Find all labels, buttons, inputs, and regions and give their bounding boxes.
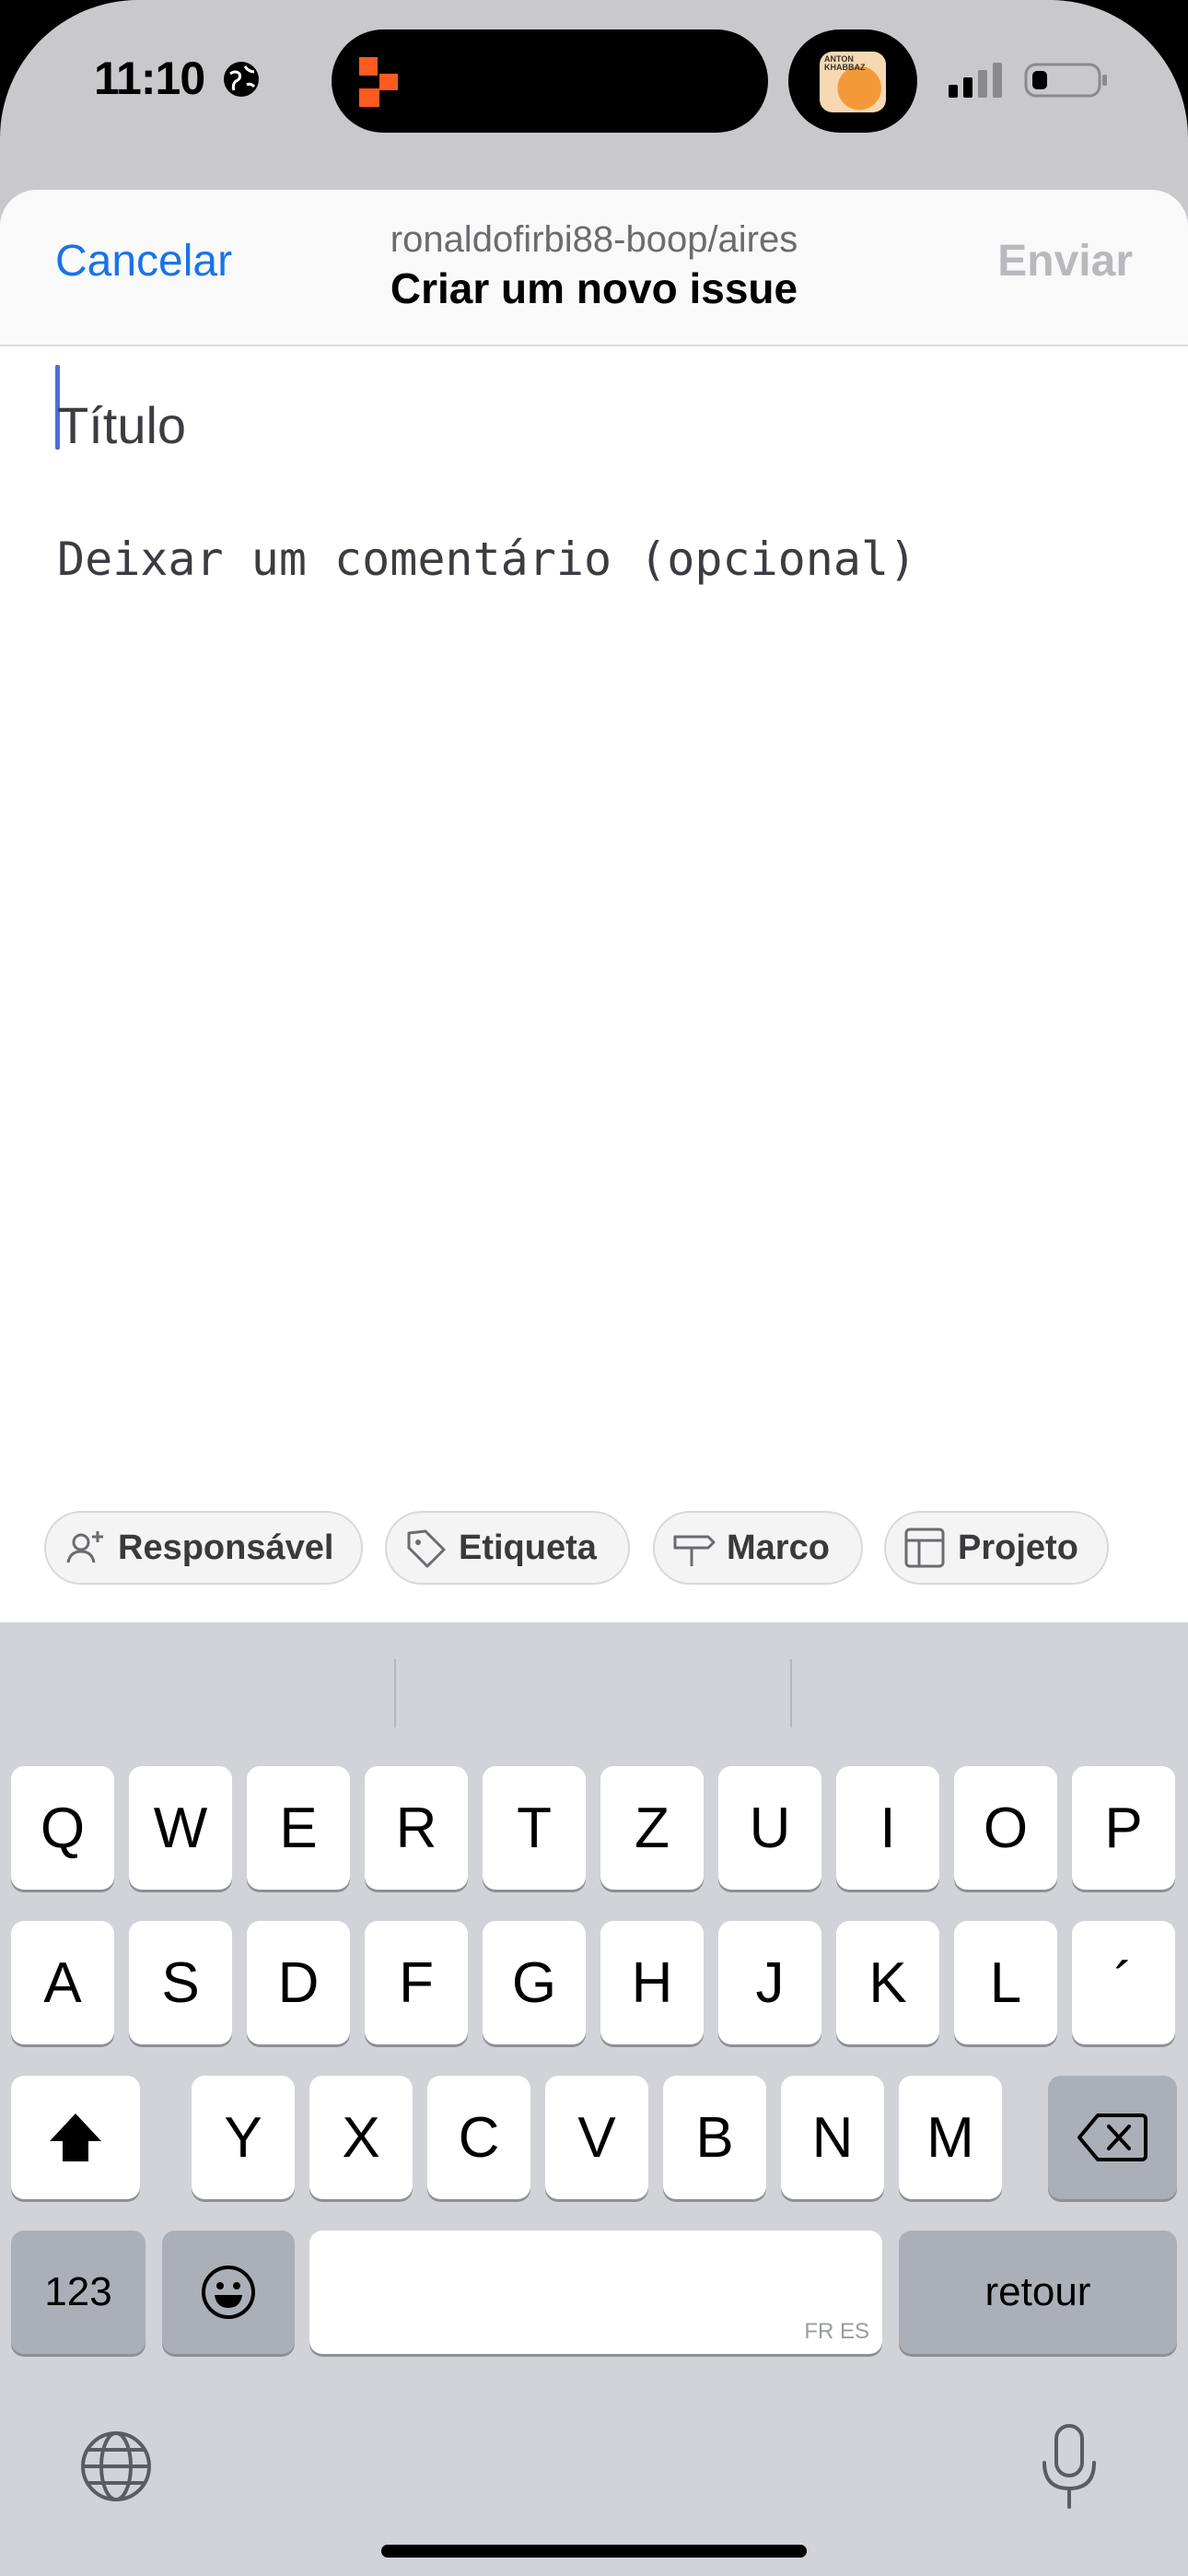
key[interactable]: T: [483, 1766, 586, 1890]
key[interactable]: ´: [1072, 1921, 1175, 2044]
milestone-icon: [673, 1535, 716, 1566]
album-art[interactable]: ANTON KHABBAZ: [820, 52, 886, 112]
space-key-languages: FR ES: [804, 2319, 869, 2344]
key[interactable]: C: [427, 2076, 530, 2199]
key[interactable]: G: [483, 1921, 586, 2044]
key[interactable]: N: [781, 2076, 884, 2199]
key[interactable]: E: [247, 1766, 350, 1890]
key[interactable]: J: [718, 1921, 821, 2044]
key[interactable]: S: [129, 1921, 232, 2044]
phone-screen: 11:10 ANTON KHABBAZ Cancelar ronaldofirb…: [0, 0, 1188, 2576]
suggestion-divider: [394, 1659, 396, 1727]
shift-key[interactable]: [11, 2076, 140, 2199]
battery-icon: [1024, 63, 1107, 98]
keyboard: Q W E R T Z U I O P A S D F G H J K L ´ …: [0, 1622, 1188, 2576]
key[interactable]: Z: [600, 1766, 704, 1890]
assignee-chip-label: Responsável: [118, 1528, 334, 1567]
emoji-key[interactable]: [162, 2231, 295, 2354]
status-time: 11:10: [94, 53, 205, 104]
microphone-icon[interactable]: [1037, 2422, 1101, 2511]
key[interactable]: R: [365, 1766, 468, 1890]
album-art-text: ANTON KHABBAZ: [824, 54, 866, 72]
return-key[interactable]: retour: [899, 2231, 1177, 2354]
label-chip[interactable]: Etiqueta: [385, 1511, 630, 1585]
key[interactable]: K: [836, 1921, 939, 2044]
project-table-icon: [904, 1528, 945, 1568]
person-add-icon: [66, 1531, 103, 1563]
globe-keyboard-icon[interactable]: [77, 2428, 155, 2505]
key[interactable]: Y: [192, 2076, 295, 2199]
key[interactable]: H: [600, 1921, 704, 2044]
title-input[interactable]: [55, 387, 1127, 463]
suggestion-divider: [790, 1659, 792, 1727]
key[interactable]: P: [1072, 1766, 1175, 1890]
shift-icon: [50, 2113, 101, 2161]
label-chip-label: Etiqueta: [459, 1528, 597, 1567]
key[interactable]: O: [954, 1766, 1057, 1890]
key[interactable]: A: [11, 1921, 114, 2044]
globe-icon: [224, 62, 259, 97]
key[interactable]: M: [899, 2076, 1002, 2199]
numbers-key[interactable]: 123: [11, 2231, 146, 2354]
project-chip-label: Projeto: [958, 1528, 1078, 1567]
key[interactable]: D: [247, 1921, 350, 2044]
key[interactable]: V: [545, 2076, 648, 2199]
key[interactable]: Q: [11, 1766, 114, 1890]
assignee-chip[interactable]: Responsável: [44, 1511, 363, 1585]
key[interactable]: X: [309, 2076, 413, 2199]
backspace-icon: [1077, 2113, 1147, 2161]
key[interactable]: F: [365, 1921, 468, 2044]
new-issue-sheet: Cancelar ronaldofirbi88-boop/aires Criar…: [0, 190, 1188, 1622]
project-chip[interactable]: Projeto: [884, 1511, 1109, 1585]
tag-icon: [407, 1529, 446, 1568]
milestone-chip-label: Marco: [727, 1528, 830, 1567]
key[interactable]: U: [718, 1766, 821, 1890]
navigation-bar: Cancelar ronaldofirbi88-boop/aires Criar…: [0, 190, 1188, 346]
key[interactable]: B: [663, 2076, 766, 2199]
cellular-signal-icon: [949, 63, 1002, 98]
app-activity-icon: [359, 57, 398, 107]
key[interactable]: I: [836, 1766, 939, 1890]
comment-input[interactable]: [55, 531, 1127, 645]
key[interactable]: L: [954, 1921, 1057, 2044]
space-key[interactable]: FR ES: [309, 2231, 882, 2354]
emoji-icon: [202, 2266, 255, 2319]
milestone-chip[interactable]: Marco: [653, 1511, 863, 1585]
send-button[interactable]: Enviar: [997, 236, 1133, 287]
key[interactable]: W: [129, 1766, 232, 1890]
home-indicator[interactable]: [381, 2545, 807, 2558]
backspace-key[interactable]: [1048, 2076, 1177, 2199]
